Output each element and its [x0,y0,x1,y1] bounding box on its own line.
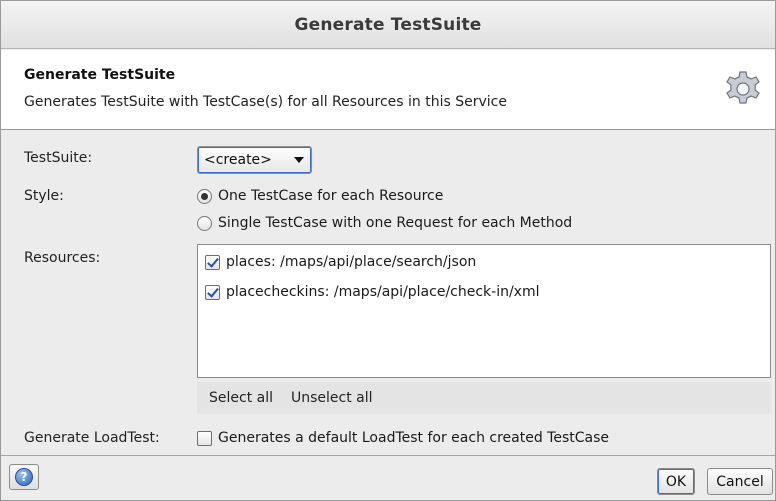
ok-button[interactable]: OK [657,468,695,495]
cancel-button[interactable]: Cancel [707,468,773,495]
style-option-label: Single TestCase with one Request for eac… [218,215,573,231]
help-icon: ? [15,468,33,486]
unselect-all-button[interactable]: Unselect all [291,390,373,406]
resources-list[interactable]: places: /maps/api/place/search/json plac… [197,244,771,378]
gear-icon [726,71,760,104]
help-button[interactable]: ? [9,464,39,490]
resource-label: placecheckins: /maps/api/place/check-in/… [226,284,540,300]
window-title: Generate TestSuite [294,14,482,35]
header-description: Generates TestSuite with TestCase(s) for… [24,94,507,110]
chevron-down-icon [294,157,304,163]
title-bar: Generate TestSuite [1,1,775,49]
dialog-footer: ? OK Cancel [1,455,775,500]
radio-button-selected[interactable] [197,188,212,204]
list-item[interactable]: places: /maps/api/place/search/json [205,254,476,270]
resource-label: places: /maps/api/place/search/json [226,254,477,270]
header-title: Generate TestSuite [24,67,176,83]
style-option-single-testcase[interactable]: Single TestCase with one Request for eac… [197,215,572,231]
generate-testsuite-dialog: Generate TestSuite Generate TestSuite Ge… [0,0,776,501]
style-option-label: One TestCase for each Resource [218,188,444,204]
testsuite-label: TestSuite: [24,150,93,166]
selection-bar: Select all Unselect all [197,382,771,414]
resource-checkbox[interactable] [205,254,220,270]
loadtest-option[interactable]: Generates a default LoadTest for each cr… [197,430,609,446]
loadtest-option-label: Generates a default LoadTest for each cr… [218,430,609,446]
list-item[interactable]: placecheckins: /maps/api/place/check-in/… [205,284,540,300]
radio-button[interactable] [197,215,212,231]
resource-checkbox[interactable] [205,284,220,300]
style-label: Style: [24,188,64,204]
resources-label: Resources: [24,250,101,266]
testsuite-select[interactable]: <create> [197,146,312,174]
loadtest-checkbox[interactable] [197,430,212,446]
select-all-button[interactable]: Select all [209,390,273,406]
dialog-header: Generate TestSuite Generates TestSuite w… [1,50,775,130]
testsuite-select-value: <create> [204,152,272,168]
loadtest-label: Generate LoadTest: [24,430,160,446]
style-option-one-per-resource[interactable]: One TestCase for each Resource [197,188,443,204]
